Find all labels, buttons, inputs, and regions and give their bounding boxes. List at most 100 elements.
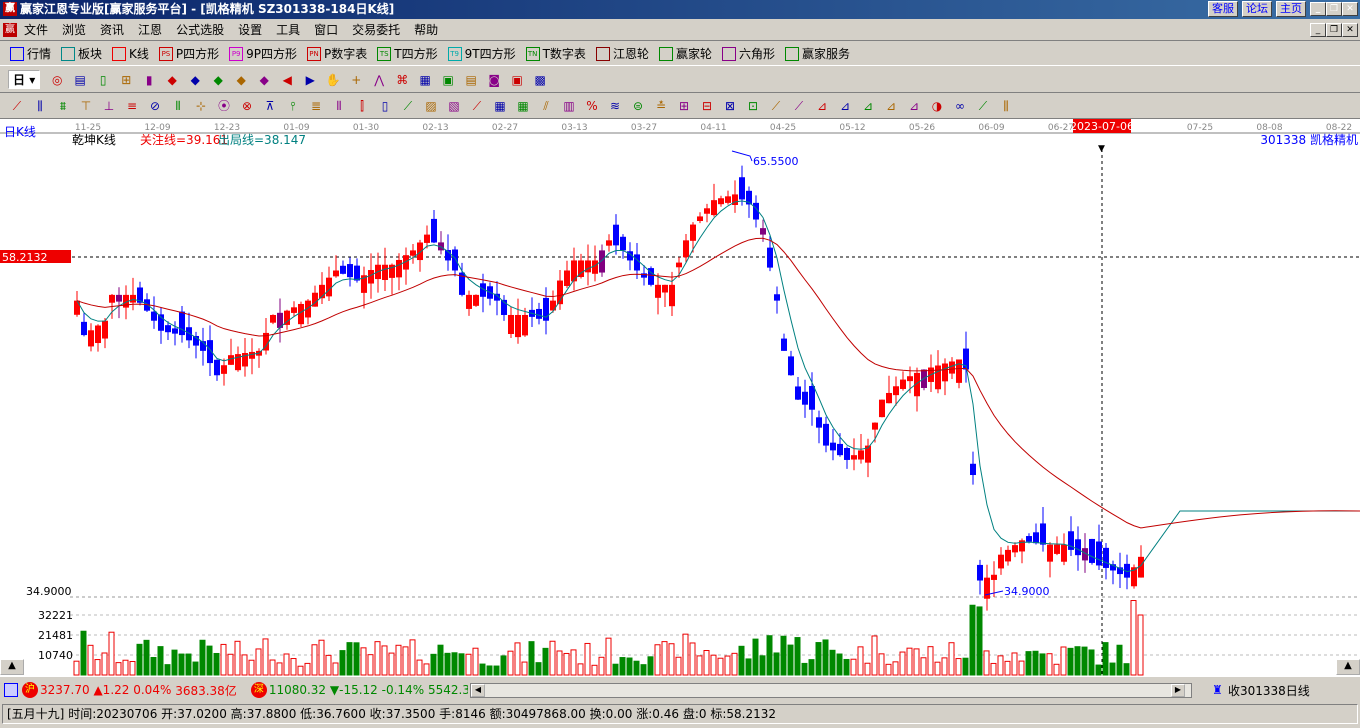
toolbar-7-button[interactable]: T9 9T四方形 <box>447 45 516 62</box>
toolbar-3-button[interactable]: PS P四方形 <box>158 45 219 62</box>
chart-tool-10-icon[interactable]: ◀ <box>278 71 296 89</box>
chart-tool-13-icon[interactable]: + <box>347 71 365 89</box>
chart-tool-19-icon[interactable]: ◙ <box>485 71 503 89</box>
draw-tool-21-icon[interactable]: ▦ <box>491 97 509 115</box>
chart-tool-12-icon[interactable]: ✋ <box>324 71 342 89</box>
draw-tool-43-icon[interactable]: ⫼ <box>997 97 1015 115</box>
chart-tool-21-icon[interactable]: ▩ <box>531 71 549 89</box>
chart-tool-20-icon[interactable]: ▣ <box>508 71 526 89</box>
toolbar-0-button[interactable]: 行情 <box>10 45 51 62</box>
draw-tool-14-icon[interactable]: ⫴ <box>330 97 348 115</box>
minimize-button[interactable]: _ <box>1310 2 1326 16</box>
draw-tool-5-icon[interactable]: ≡ <box>123 97 141 115</box>
period-select[interactable]: 日 ▾ <box>8 70 41 89</box>
horizontal-scrollbar[interactable]: ◀ ▶ <box>470 683 1192 698</box>
menu-browse[interactable]: 浏览 <box>62 21 86 38</box>
chart-tool-3-icon[interactable]: ⊞ <box>117 71 135 89</box>
draw-tool-27-icon[interactable]: ⊜ <box>629 97 647 115</box>
draw-tool-6-icon[interactable]: ⊘ <box>146 97 164 115</box>
chart-tool-9-icon[interactable]: ◆ <box>255 71 273 89</box>
chart-tool-15-icon[interactable]: ⌘ <box>393 71 411 89</box>
menu-help[interactable]: 帮助 <box>414 21 438 38</box>
draw-tool-12-icon[interactable]: ⫯ <box>284 97 302 115</box>
toolbar-6-button[interactable]: TS T四方形 <box>377 45 438 62</box>
chart-tool-17-icon[interactable]: ▣ <box>439 71 457 89</box>
home-button[interactable]: 主页 <box>1276 1 1306 17</box>
chart-tool-1-icon[interactable]: ▤ <box>71 71 89 89</box>
chart-tool-6-icon[interactable]: ◆ <box>186 71 204 89</box>
menu-tools[interactable]: 工具 <box>276 21 300 38</box>
toolbar-10-button[interactable]: 赢家轮 <box>658 45 712 62</box>
child-restore-button[interactable]: ❐ <box>1326 23 1342 37</box>
menu-trade[interactable]: 交易委托 <box>352 21 400 38</box>
scroll-left-button[interactable]: ▲ <box>0 659 24 675</box>
draw-tool-17-icon[interactable]: ⟋ <box>399 97 417 115</box>
chart-canvas[interactable]: 11-25 12-09 12-23 01-09 01-30 02-13 02-27 03-13… <box>0 119 1360 677</box>
menu-formula[interactable]: 公式选股 <box>176 21 224 38</box>
toolbar-4-button[interactable]: P9 9P四方形 <box>229 45 297 62</box>
draw-tool-11-icon[interactable]: ⊼ <box>261 97 279 115</box>
draw-tool-18-icon[interactable]: ▨ <box>422 97 440 115</box>
draw-tool-36-icon[interactable]: ⊿ <box>836 97 854 115</box>
draw-tool-13-icon[interactable]: ≣ <box>307 97 325 115</box>
draw-tool-22-icon[interactable]: ▦ <box>514 97 532 115</box>
forum-button[interactable]: 论坛 <box>1242 1 1272 17</box>
draw-tool-35-icon[interactable]: ⊿ <box>813 97 831 115</box>
toolbar-8-button[interactable]: TN T数字表 <box>525 45 586 62</box>
service-button[interactable]: 客服 <box>1208 1 1238 17</box>
draw-tool-39-icon[interactable]: ⊿ <box>905 97 923 115</box>
chart-tool-0-icon[interactable]: ◎ <box>48 71 66 89</box>
chart-tool-18-icon[interactable]: ▤ <box>462 71 480 89</box>
draw-tool-41-icon[interactable]: ∞ <box>951 97 969 115</box>
draw-tool-30-icon[interactable]: ⊟ <box>698 97 716 115</box>
sh-index-icon[interactable]: 沪 <box>22 682 38 698</box>
chart-tool-11-icon[interactable]: ▶ <box>301 71 319 89</box>
child-close-button[interactable]: ✕ <box>1342 23 1358 37</box>
toolbar-5-button[interactable]: PN P数字表 <box>307 45 367 62</box>
draw-tool-2-icon[interactable]: ⩩ <box>54 97 72 115</box>
draw-tool-1-icon[interactable]: ⫼ <box>31 97 49 115</box>
draw-tool-31-icon[interactable]: ⊠ <box>721 97 739 115</box>
draw-tool-24-icon[interactable]: ▥ <box>560 97 578 115</box>
draw-tool-29-icon[interactable]: ⊞ <box>675 97 693 115</box>
draw-tool-26-icon[interactable]: ≋ <box>606 97 624 115</box>
draw-tool-3-icon[interactable]: ⊤ <box>77 97 95 115</box>
sz-index-icon[interactable]: 深 <box>250 682 267 698</box>
child-minimize-button[interactable]: _ <box>1310 23 1326 37</box>
draw-tool-19-icon[interactable]: ▧ <box>445 97 463 115</box>
draw-tool-32-icon[interactable]: ⊡ <box>744 97 762 115</box>
restore-button[interactable]: ❐ <box>1326 2 1342 16</box>
draw-tool-23-icon[interactable]: ⫽ <box>537 97 555 115</box>
chart-tool-8-icon[interactable]: ◆ <box>232 71 250 89</box>
draw-tool-33-icon[interactable]: ⟋ <box>767 97 785 115</box>
draw-tool-40-icon[interactable]: ◑ <box>928 97 946 115</box>
draw-tool-7-icon[interactable]: ⫴ <box>169 97 187 115</box>
draw-tool-34-icon[interactable]: ⟋ <box>790 97 808 115</box>
draw-tool-25-icon[interactable]: % <box>583 97 601 115</box>
draw-tool-10-icon[interactable]: ⊗ <box>238 97 256 115</box>
draw-tool-16-icon[interactable]: ▯ <box>376 97 394 115</box>
toolbar-11-button[interactable]: 六角形 <box>721 45 775 62</box>
calculator-icon[interactable] <box>4 683 18 697</box>
draw-tool-20-icon[interactable]: ⟋ <box>468 97 486 115</box>
chart-tool-16-icon[interactable]: ▦ <box>416 71 434 89</box>
menu-file[interactable]: 文件 <box>24 21 48 38</box>
chart-tool-5-icon[interactable]: ◆ <box>163 71 181 89</box>
chart-tool-7-icon[interactable]: ◆ <box>209 71 227 89</box>
scroll-right-button[interactable]: ▲ <box>1336 659 1360 675</box>
draw-tool-4-icon[interactable]: ⊥ <box>100 97 118 115</box>
toolbar-12-button[interactable]: 赢家服务 <box>784 45 850 62</box>
chart-tool-14-icon[interactable]: ⋀ <box>370 71 388 89</box>
menu-window[interactable]: 窗口 <box>314 21 338 38</box>
draw-tool-8-icon[interactable]: ⊹ <box>192 97 210 115</box>
toolbar-2-button[interactable]: K线 <box>112 45 149 62</box>
scroll-right-arrow[interactable]: ▶ <box>1171 684 1185 697</box>
draw-tool-9-icon[interactable]: ⦿ <box>215 97 233 115</box>
menu-settings[interactable]: 设置 <box>238 21 262 38</box>
draw-tool-0-icon[interactable]: ⟋ <box>8 97 26 115</box>
menu-gann[interactable]: 江恩 <box>138 21 162 38</box>
toolbar-1-button[interactable]: 板块 <box>61 45 102 62</box>
draw-tool-37-icon[interactable]: ⊿ <box>859 97 877 115</box>
close-button[interactable]: ✕ <box>1342 2 1358 16</box>
draw-tool-15-icon[interactable]: ⫿ <box>353 97 371 115</box>
